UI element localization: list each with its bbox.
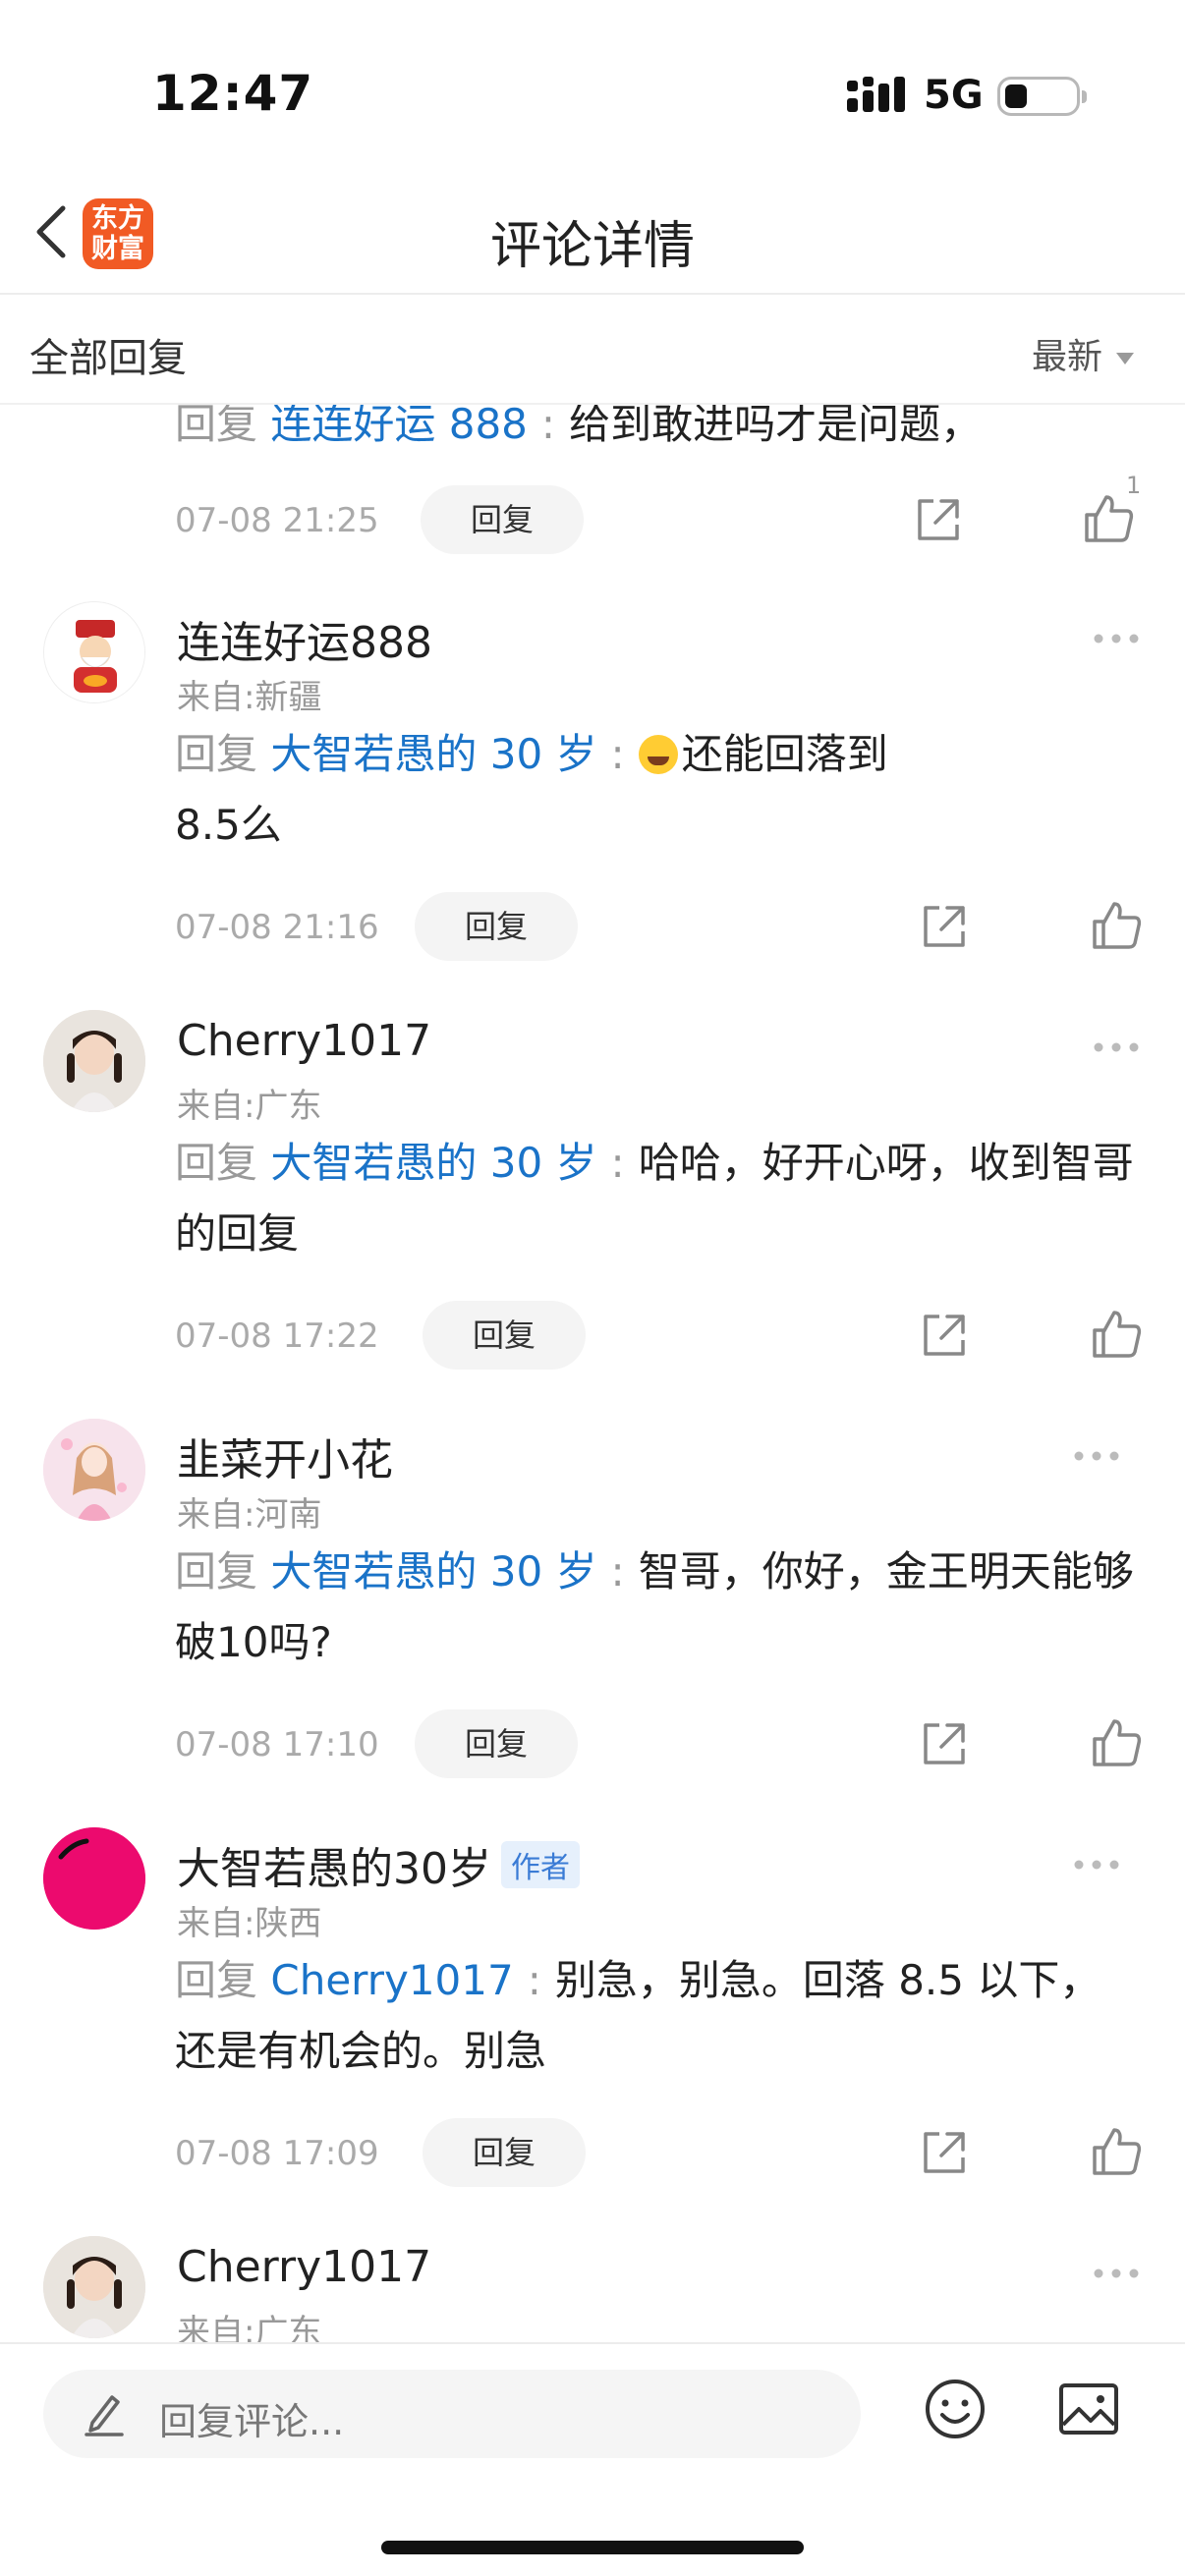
more-icon[interactable] [1073, 1859, 1120, 1871]
pencil-icon [85, 2395, 124, 2436]
reply-item: 大智若愚的30岁 作者 来自:陕西 回复 Cherry1017: 别急，别急。回落 … [0, 1827, 1185, 2236]
share-icon[interactable] [920, 1719, 969, 1768]
like-icon[interactable] [1091, 900, 1142, 951]
like-icon[interactable] [1091, 1309, 1142, 1360]
reply-content: 回复 连连好运 888: 给到敢进吗才是问题， [175, 405, 1138, 460]
caret-down-icon [1116, 353, 1134, 364]
more-icon[interactable] [1093, 2268, 1140, 2279]
share-icon[interactable] [920, 1311, 969, 1360]
mention-link[interactable]: 连连好运 888 [270, 405, 528, 448]
girl-photo-avatar-icon [43, 1010, 145, 1112]
mention-link[interactable]: 大智若愚的 30 岁 [270, 1139, 596, 1187]
location: 来自:广东 [177, 1087, 322, 1126]
reply-list[interactable]: 回复 连连好运 888:给到敢进吗才是问题， 07-08 21:25 回复 1 [0, 405, 1185, 2342]
avatar[interactable] [43, 1419, 145, 1521]
reply-meta: 07-08 17:22 回复 [175, 1301, 1157, 1372]
reply-content: 回复 大智若愚的 30 岁: 智哥，你好，金王明天能够破10吗? [175, 1547, 1134, 1666]
reply-content: 回复 Cherry1017: 别急，别急。回落 8.5 以下，还是有机会的。别急 [175, 1956, 1101, 2075]
reply-item: 韭菜开小花 来自:河南 回复 大智若愚的 30 岁: 智哥，你好，金王明天能够破1… [0, 1419, 1185, 1827]
username[interactable]: 韭菜开小花 [177, 1425, 393, 1487]
reply-button[interactable]: 回复 [415, 1709, 578, 1778]
all-replies-label: 全部回复 [29, 336, 187, 381]
more-icon[interactable] [1093, 633, 1140, 644]
battery-icon [997, 77, 1087, 116]
more-icon[interactable] [1093, 1041, 1140, 1053]
network-type: 5G [924, 73, 984, 118]
nav-bar: 东方 财富 评论详情 [0, 167, 1185, 295]
input-placeholder: 回复评论... [159, 2400, 345, 2443]
share-icon[interactable] [920, 902, 969, 951]
reply-meta: 07-08 21:25 回复 1 [175, 472, 1157, 556]
replies-header: 全部回复 最新 [0, 297, 1185, 405]
location: 来自:河南 [177, 1495, 322, 1535]
image-icon[interactable] [1057, 2380, 1120, 2438]
like-icon[interactable] [1083, 493, 1134, 544]
username[interactable]: 大智若愚的30岁 作者 [177, 1833, 580, 1896]
reply-time: 07-08 17:10 [175, 1725, 379, 1764]
laughing-tears-emoji-icon [638, 735, 678, 774]
author-avatar-icon [43, 1827, 145, 1930]
reply-meta: 07-08 21:16 回复 [175, 892, 1157, 963]
mention-link[interactable]: 大智若愚的 30 岁 [270, 730, 596, 778]
reply-button[interactable]: 回复 [421, 485, 584, 554]
avatar[interactable] [43, 1010, 145, 1112]
author-badge: 作者 [501, 1841, 580, 1888]
girl-photo-avatar-icon [43, 2236, 145, 2338]
reply-item: 回复 连连好运 888: 给到敢进吗才是问题， 07-08 21:25 回复 1 [0, 405, 1185, 601]
status-bar: 12:47 5G [0, 0, 1185, 167]
reply-content: 回复 大智若愚的 30 岁: 哈哈，好开心呀，收到智哥的回复 [175, 1139, 1134, 1258]
reply-time: 07-08 17:09 [175, 2134, 379, 2173]
bottom-bar: 回复评论... [0, 2342, 1185, 2576]
cartoon-girl-avatar-icon [43, 1419, 145, 1521]
avatar[interactable] [43, 1827, 145, 1930]
mention-link[interactable]: Cherry1017 [270, 1956, 513, 2004]
share-icon[interactable] [914, 495, 963, 544]
reply-comment-input[interactable]: 回复评论... [43, 2370, 861, 2458]
reply-time: 07-08 21:25 [175, 501, 379, 540]
reply-content: 回复 大智若愚的 30 岁: 还能回落到8.5么 [175, 730, 888, 849]
status-time: 12:47 [152, 65, 314, 122]
caishen-avatar-icon [44, 602, 144, 702]
sort-dropdown[interactable]: 最新 [1032, 328, 1134, 379]
emoji-icon[interactable] [924, 2378, 987, 2440]
reply-meta: 07-08 17:10 回复 [175, 1709, 1157, 1780]
signal-strength-icon [847, 77, 905, 112]
reply-item: 连连好运888 来自:新疆 回复 大智若愚的 30 岁: 还能回落到8.5么 07… [0, 601, 1185, 1010]
reply-button[interactable]: 回复 [423, 1301, 586, 1370]
more-icon[interactable] [1073, 1450, 1120, 1462]
location: 来自:新疆 [177, 678, 322, 717]
reply-time: 07-08 17:22 [175, 1316, 379, 1356]
like-icon[interactable] [1091, 1717, 1142, 1768]
reply-item: Cherry1017 来自:广东 回复 大智若愚的 30 岁: 哈哈，好开心呀，收… [0, 1010, 1185, 1419]
avatar[interactable] [43, 2236, 145, 2338]
location: 来自:广东 [177, 2313, 322, 2342]
sort-label: 最新 [1031, 337, 1102, 377]
username[interactable]: Cherry1017 [177, 1016, 431, 1066]
reply-button[interactable]: 回复 [423, 2118, 586, 2187]
like-count: 1 [1126, 472, 1142, 499]
reply-meta: 07-08 17:09 回复 [175, 2118, 1157, 2189]
page-title: 评论详情 [489, 217, 695, 276]
mention-link[interactable]: 大智若愚的 30 岁 [270, 1547, 596, 1596]
username[interactable]: 连连好运888 [177, 607, 432, 670]
username[interactable]: Cherry1017 [177, 2242, 431, 2292]
home-indicator[interactable] [381, 2541, 804, 2554]
like-icon[interactable] [1091, 2126, 1142, 2177]
location: 来自:陕西 [177, 1904, 322, 1943]
reply-time: 07-08 21:16 [175, 908, 379, 947]
reply-item: Cherry1017 来自:广东 [0, 2236, 1185, 2342]
share-icon[interactable] [920, 2128, 969, 2177]
avatar[interactable] [43, 601, 145, 703]
reply-button[interactable]: 回复 [415, 892, 578, 961]
